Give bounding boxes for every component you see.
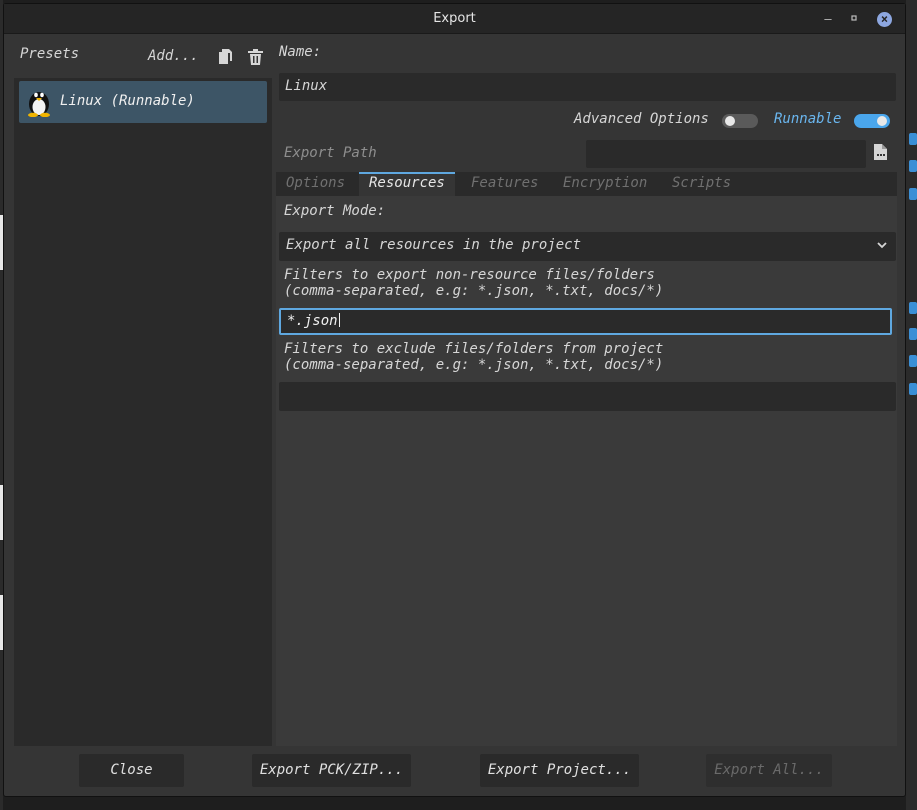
toggle-knob: [877, 116, 887, 126]
include-filter-value: *.json: [287, 313, 338, 329]
delete-preset-icon[interactable]: [248, 49, 264, 67]
export-pck-zip-button[interactable]: Export PCK/ZIP...: [252, 754, 411, 787]
name-label: Name:: [279, 44, 322, 60]
tab-features[interactable]: Features: [471, 175, 538, 191]
preset-item-linux[interactable]: Linux (Runnable): [19, 81, 267, 123]
text-caret: [338, 313, 340, 327]
duplicate-preset-icon[interactable]: [218, 49, 234, 67]
background-script-icon: [909, 188, 917, 200]
close-window-icon[interactable]: ×: [877, 12, 892, 27]
exclude-filter-input[interactable]: [279, 382, 896, 411]
presets-list: [14, 78, 272, 746]
background-script-icon: [909, 133, 917, 145]
preset-item-label: Linux (Runnable): [60, 93, 195, 109]
background-script-icon: [909, 302, 917, 314]
window-title: Export: [433, 11, 476, 26]
presets-label: Presets: [20, 46, 80, 62]
background-script-icon: [909, 383, 917, 395]
minimize-icon[interactable]: –: [821, 12, 835, 26]
include-filter-hint: (comma-separated, e.g: *.json, *.txt, do…: [284, 283, 664, 299]
tux-icon: [27, 87, 51, 118]
chevron-down-icon: [876, 239, 888, 251]
background-script-icon: [909, 160, 917, 172]
exclude-filter-hint: (comma-separated, e.g: *.json, *.txt, do…: [284, 357, 664, 373]
title-bar: Export – ×: [4, 4, 905, 34]
include-filter-input[interactable]: *.json: [279, 308, 892, 335]
restore-icon[interactable]: [847, 12, 861, 26]
exclude-filter-label: Filters to exclude files/folders from pr…: [284, 341, 664, 357]
background-right-strip: [906, 0, 917, 810]
export-path-field[interactable]: [586, 140, 866, 168]
runnable-label: Runnable: [774, 111, 842, 127]
close-button[interactable]: Close: [79, 754, 184, 787]
advanced-options-toggle[interactable]: [722, 114, 758, 128]
tab-bar: Options Resources Features Encryption Sc…: [276, 172, 897, 196]
advanced-options-label: Advanced Options: [574, 111, 709, 127]
toggle-knob: [725, 116, 735, 126]
file-browse-icon[interactable]: [874, 144, 888, 162]
tab-encryption[interactable]: Encryption: [563, 175, 647, 191]
tab-options[interactable]: Options: [286, 175, 345, 191]
export-all-button[interactable]: Export All...: [706, 754, 832, 787]
tab-resources[interactable]: Resources: [359, 172, 455, 196]
export-mode-value: Export all resources in the project: [286, 237, 582, 253]
export-dialog: Export – × Presets Add... Linux (Runnabl…: [3, 3, 906, 797]
name-field[interactable]: Linux: [279, 73, 896, 101]
include-filter-label: Filters to export non-resource files/fol…: [284, 267, 655, 283]
export-mode-select[interactable]: Export all resources in the project: [279, 232, 896, 261]
export-path-label: Export Path: [284, 145, 377, 161]
background-script-icon: [909, 355, 917, 367]
add-preset-button[interactable]: Add...: [148, 48, 199, 64]
background-script-icon: [909, 328, 917, 340]
tab-scripts[interactable]: Scripts: [672, 175, 731, 191]
export-project-button[interactable]: Export Project...: [480, 754, 639, 787]
export-mode-label: Export Mode:: [284, 203, 386, 219]
runnable-toggle[interactable]: [854, 114, 890, 128]
